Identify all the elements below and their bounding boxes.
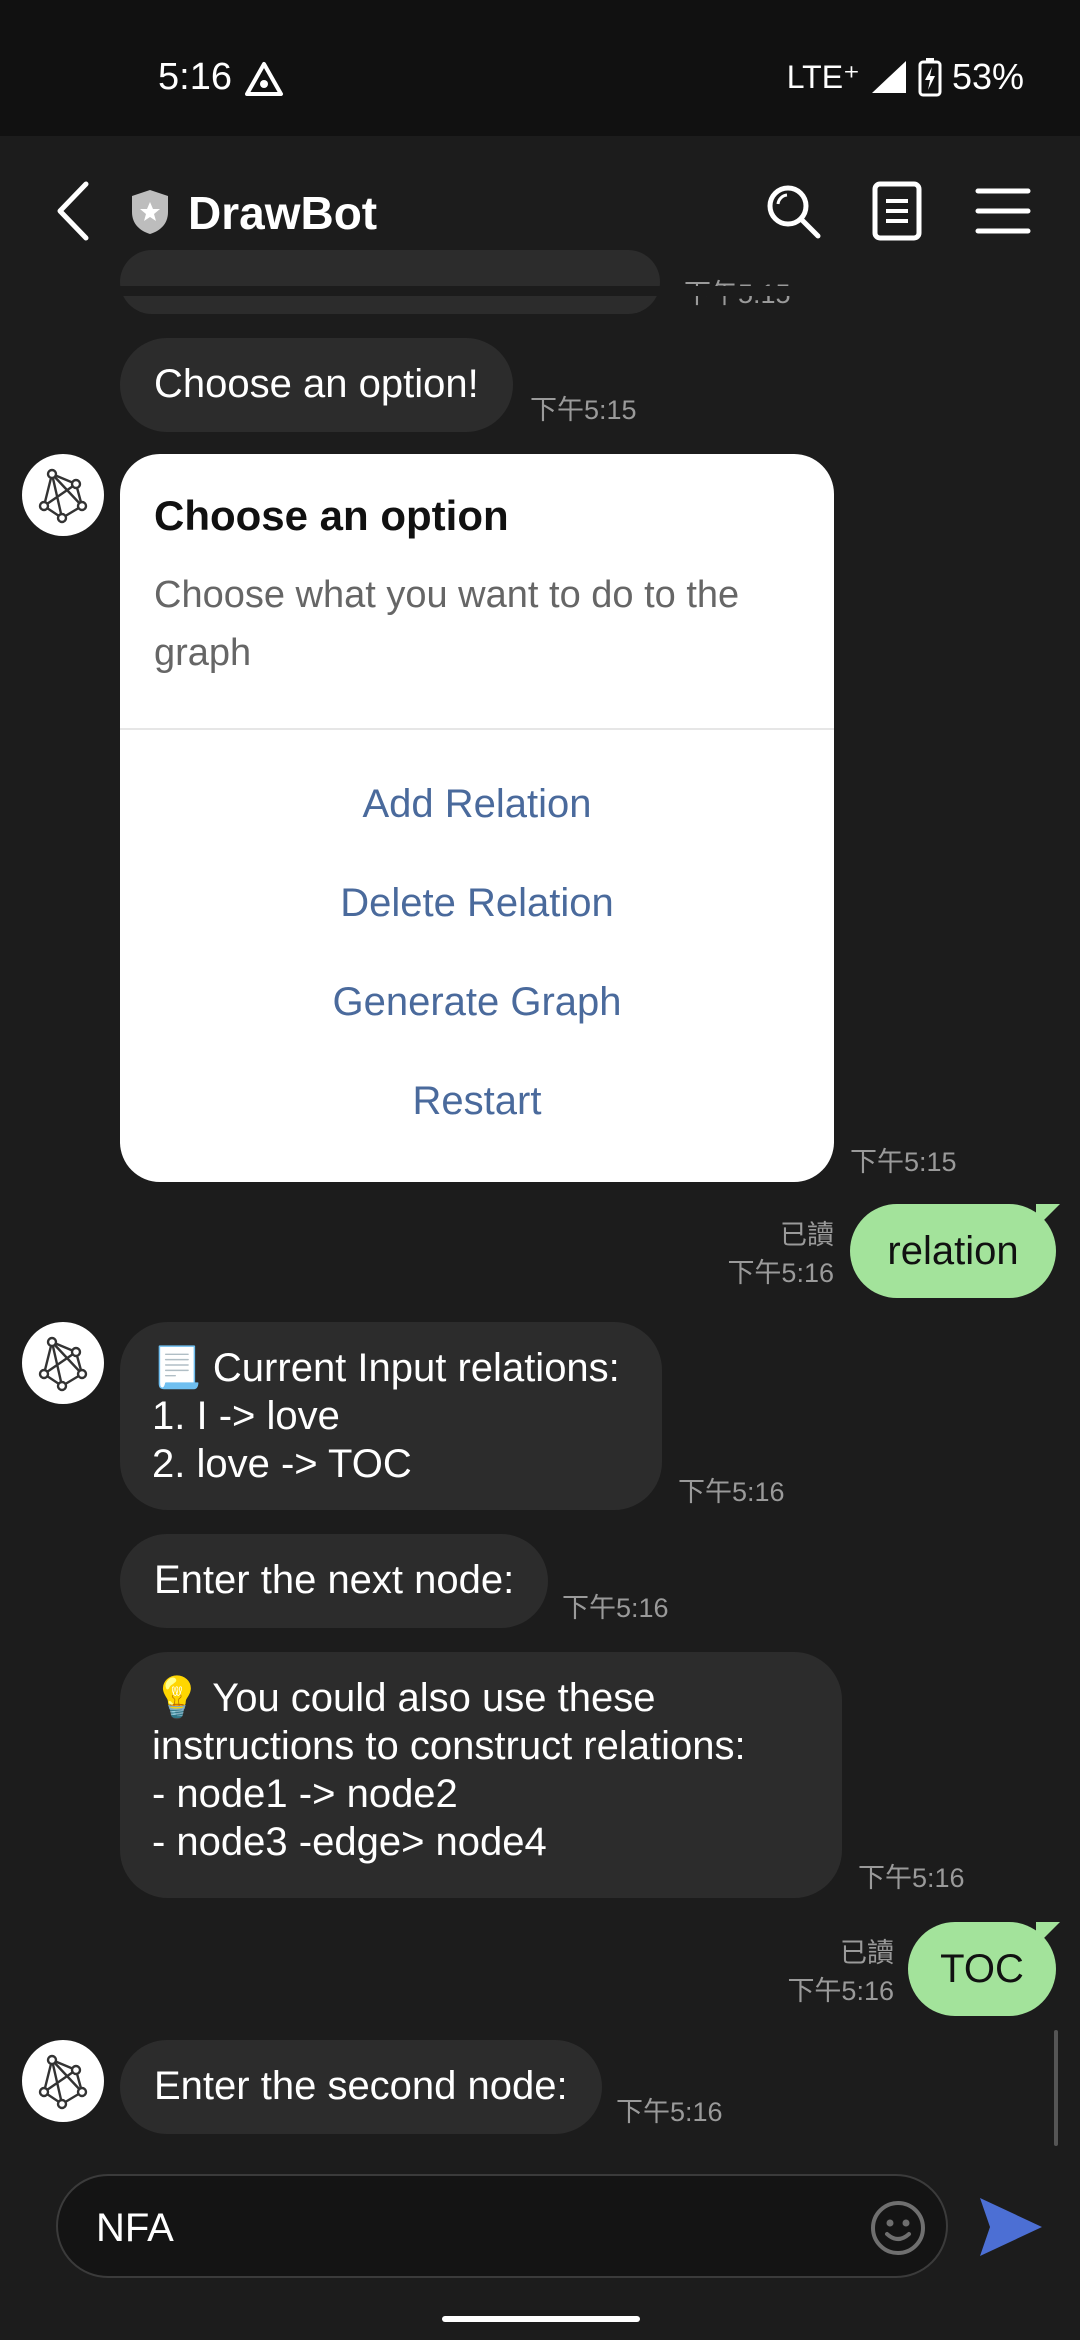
options-card: Choose an option Choose what you want to…	[120, 454, 834, 1182]
message-timestamp: 下午5:16	[727, 1258, 834, 1288]
message-input[interactable]: NFA	[56, 2174, 948, 2278]
bot-message: 📃 Current Input relations: 1. I -> love …	[120, 1322, 662, 1510]
graph-avatar-icon	[38, 468, 88, 524]
card-description: Choose what you want to do to the graph	[154, 574, 740, 674]
graph-avatar-icon	[38, 2054, 88, 2110]
read-receipt: 已讀 下午5:16	[700, 1216, 834, 1292]
read-receipt: 已讀 下午5:16	[760, 1934, 894, 2010]
notes-icon[interactable]	[864, 178, 930, 244]
bubble-tail	[1036, 1204, 1060, 1228]
delete-relation-button[interactable]: Delete Relation	[120, 881, 834, 926]
bot-message: 💡 You could also use these instructions …	[120, 1652, 842, 1898]
message-text: 💡 You could also use these instructions …	[152, 1676, 746, 1864]
bubble-tail	[1036, 1922, 1060, 1946]
card-title: Choose an option	[154, 492, 509, 539]
message-text: Choose an option!	[154, 362, 479, 406]
message-timestamp: 下午5:16	[787, 1976, 894, 2006]
message-text: Enter the next node:	[154, 1558, 515, 1602]
back-icon[interactable]	[48, 178, 98, 244]
send-icon[interactable]	[978, 2194, 1044, 2260]
menu-icon[interactable]	[970, 178, 1036, 244]
generate-graph-button[interactable]: Generate Graph	[120, 980, 834, 1025]
message-timestamp: 下午5:16	[858, 1863, 965, 1893]
chat-title: DrawBot	[188, 187, 378, 239]
bot-avatar[interactable]	[22, 1322, 104, 1404]
message-text: relation	[887, 1228, 1019, 1273]
header-overlap	[0, 286, 1080, 296]
scrollbar[interactable]	[1054, 2030, 1058, 2146]
signal-icon	[871, 61, 906, 93]
bot-avatar[interactable]	[22, 454, 104, 536]
message-timestamp: 下午5:16	[678, 1477, 785, 1507]
shield-icon	[132, 190, 168, 234]
read-label: 已讀	[840, 1938, 894, 1968]
message-text: 📃 Current Input relations: 1. I -> love …	[152, 1346, 620, 1486]
bot-avatar[interactable]	[22, 2040, 104, 2122]
card-divider	[120, 728, 834, 730]
restart-button[interactable]: Restart	[120, 1079, 834, 1124]
message-text: TOC	[940, 1946, 1024, 1991]
partial-message-bubble	[120, 250, 660, 314]
message-timestamp: 下午5:15	[530, 395, 637, 425]
status-bar: 5:16 LTE⁺ 53%	[0, 0, 1080, 136]
home-indicator	[442, 2316, 640, 2322]
alert-triangle-icon	[245, 62, 283, 96]
emoji-icon[interactable]	[868, 2198, 928, 2258]
battery-charging-icon	[918, 58, 942, 97]
search-icon[interactable]	[760, 178, 826, 244]
bot-message: Choose an option!	[120, 338, 513, 432]
message-timestamp: 下午5:15	[850, 1147, 957, 1177]
status-indicators: LTE⁺ 53%	[787, 56, 1024, 98]
message-text: Enter the second node:	[154, 2064, 568, 2108]
user-message: TOC	[908, 1922, 1056, 2016]
add-relation-button[interactable]: Add Relation	[120, 782, 834, 827]
read-label: 已讀	[780, 1220, 834, 1250]
graph-avatar-icon	[38, 1336, 88, 1392]
battery-percent: 53%	[951, 56, 1024, 97]
message-input-bar: NFA	[0, 2156, 1080, 2340]
message-timestamp: 下午5:16	[616, 2097, 723, 2127]
network-label: LTE⁺	[786, 59, 860, 95]
user-message: relation	[850, 1204, 1056, 1298]
bot-message: Enter the next node:	[120, 1534, 549, 1628]
message-timestamp: 下午5:16	[562, 1593, 669, 1623]
input-value: NFA	[96, 2206, 174, 2250]
bot-message: Enter the second node:	[120, 2040, 602, 2134]
status-time: 5:16	[158, 56, 232, 98]
